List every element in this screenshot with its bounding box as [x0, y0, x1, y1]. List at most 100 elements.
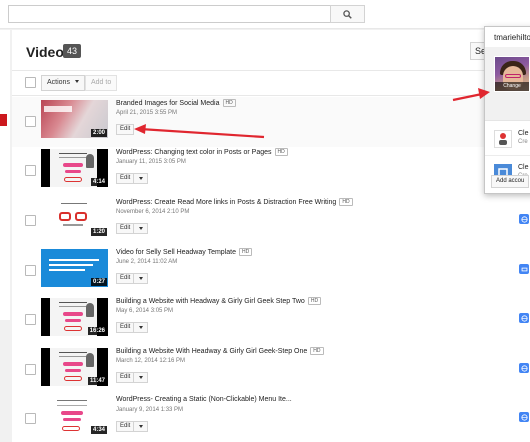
- edit-dropdown-button[interactable]: [134, 322, 149, 333]
- edit-dropdown-button[interactable]: [134, 421, 149, 432]
- video-date: January 11, 2015 3:05 PM: [116, 159, 186, 165]
- current-account-panel: Change: [485, 47, 530, 121]
- chevron-down-icon: [74, 80, 79, 83]
- hd-badge: HD: [238, 248, 253, 256]
- video-checkbox[interactable]: [25, 413, 36, 424]
- edit-button[interactable]: Edit: [116, 173, 135, 184]
- video-title-link[interactable]: Building a Website With Headway & Girly …: [116, 347, 324, 355]
- video-title-link[interactable]: WordPress: Create Read More links in Pos…: [116, 198, 353, 206]
- unlisted-icon: [519, 264, 529, 274]
- edit-group: Edit: [116, 421, 149, 432]
- sidebar-active-indicator: [0, 114, 7, 126]
- edit-button[interactable]: Edit: [116, 372, 135, 383]
- video-date: January 9, 2014 1:33 PM: [116, 407, 184, 413]
- video-row: 2:00 Branded Images for Social Media HD A…: [12, 97, 530, 147]
- video-duration: 4:34: [90, 426, 107, 434]
- video-count-badge: 43: [63, 44, 82, 58]
- video-title: Video for Selly Sell Headway Template: [116, 249, 236, 256]
- chevron-down-icon: [138, 227, 143, 230]
- actions-button[interactable]: Actions: [41, 75, 85, 91]
- video-thumbnail[interactable]: 2:00: [41, 100, 108, 138]
- video-thumbnail[interactable]: 0:27: [41, 249, 108, 287]
- video-checkbox[interactable]: [25, 165, 36, 176]
- divider: [12, 95, 530, 96]
- account-name: Cle: [518, 130, 529, 137]
- video-thumbnail[interactable]: 11:47: [41, 348, 108, 386]
- video-checkbox[interactable]: [25, 364, 36, 375]
- video-manager-panel: Videos 43 Sea Actions Add to 2:00 Brande…: [12, 30, 530, 442]
- hd-badge: HD: [307, 297, 322, 305]
- account-avatar: [494, 130, 512, 148]
- video-checkbox[interactable]: [25, 265, 36, 276]
- edit-button[interactable]: Edit: [116, 273, 135, 284]
- video-duration: 1:20: [90, 228, 107, 236]
- chevron-down-icon: [138, 277, 143, 280]
- hd-badge: HD: [222, 99, 236, 107]
- thumbnail-art: [50, 149, 97, 187]
- edit-button[interactable]: Edit: [116, 322, 135, 333]
- video-title: Building a Website with Headway & Girly …: [116, 298, 305, 305]
- search-input[interactable]: [8, 5, 330, 23]
- video-title-link[interactable]: WordPress- Creating a Static (Non-Clicka…: [116, 396, 292, 403]
- edit-group: Edit: [116, 322, 149, 333]
- edit-dropdown-button[interactable]: [134, 223, 149, 234]
- video-title-link[interactable]: Building a Website with Headway & Girly …: [116, 297, 322, 305]
- account-popup: tmariehilton Change Cle Cre Cle Cre Add …: [484, 26, 530, 194]
- edit-dropdown-button[interactable]: [134, 372, 149, 383]
- video-title: WordPress: Changing text color in Posts …: [116, 149, 272, 156]
- video-thumbnail[interactable]: 4:14: [41, 149, 108, 187]
- chevron-down-icon: [138, 425, 143, 428]
- chevron-down-icon: [138, 177, 143, 180]
- hd-badge: HD: [274, 148, 288, 156]
- account-subtext: Cre: [518, 139, 528, 145]
- video-thumbnail[interactable]: 4:34: [41, 397, 108, 435]
- video-date: April 21, 2015 3:55 PM: [116, 110, 178, 116]
- edit-dropdown-button[interactable]: [134, 273, 149, 284]
- add-to-button[interactable]: Add to: [85, 75, 118, 91]
- video-date: May 6, 2014 3:05 PM: [116, 308, 174, 314]
- avatar[interactable]: Change: [494, 56, 530, 92]
- search-icon: [343, 9, 352, 19]
- globe-icon: [519, 363, 529, 373]
- video-duration: 4:14: [90, 178, 107, 186]
- hd-badge: HD: [310, 347, 324, 355]
- video-checkbox[interactable]: [25, 215, 36, 226]
- video-checkbox[interactable]: [25, 314, 36, 325]
- edit-group: Edit: [116, 372, 149, 383]
- edit-group: Edit: [116, 223, 149, 234]
- top-bar: [0, 0, 530, 29]
- globe-icon: [519, 412, 529, 422]
- video-thumbnail[interactable]: 16:26: [41, 298, 108, 336]
- account-switch-item[interactable]: Cle Cre: [485, 122, 530, 156]
- edit-button[interactable]: Edit: [116, 124, 135, 135]
- left-sidebar: [0, 30, 10, 320]
- video-title-link[interactable]: WordPress: Changing text color in Posts …: [116, 148, 288, 156]
- video-date: November 6, 2014 2:10 PM: [116, 209, 190, 215]
- edit-group: Edit: [116, 124, 135, 135]
- actions-label: Actions: [47, 79, 70, 86]
- edit-dropdown-button[interactable]: [134, 173, 149, 184]
- edit-button[interactable]: Edit: [116, 421, 135, 432]
- video-checkbox[interactable]: [25, 116, 36, 127]
- video-row: 16:26 Building a Website with Headway & …: [12, 295, 530, 345]
- divider: [12, 70, 530, 71]
- select-all-checkbox[interactable]: [25, 77, 36, 88]
- globe-icon: [519, 214, 529, 224]
- hd-badge: HD: [339, 198, 353, 206]
- account-username: tmariehilton: [494, 33, 530, 42]
- video-duration: 0:27: [90, 278, 107, 286]
- video-thumbnail[interactable]: 1:20: [41, 199, 108, 237]
- video-title-link[interactable]: Video for Selly Sell Headway Template HD: [116, 248, 253, 256]
- edit-button[interactable]: Edit: [116, 223, 135, 234]
- video-title: WordPress- Creating a Static (Non-Clicka…: [116, 396, 292, 403]
- add-account-button[interactable]: Add accou: [491, 175, 530, 188]
- video-date: June 2, 2014 11:02 AM: [116, 259, 178, 265]
- chevron-down-icon: [138, 326, 143, 329]
- edit-group: Edit: [116, 173, 149, 184]
- video-title-link[interactable]: Branded Images for Social Media HD: [116, 99, 236, 107]
- glasses-art: [59, 212, 89, 221]
- account-name: Cle: [518, 164, 529, 171]
- search-button[interactable]: [330, 5, 365, 23]
- video-row: 1:20 WordPress: Create Read More links i…: [12, 196, 530, 246]
- chevron-down-icon: [138, 376, 143, 379]
